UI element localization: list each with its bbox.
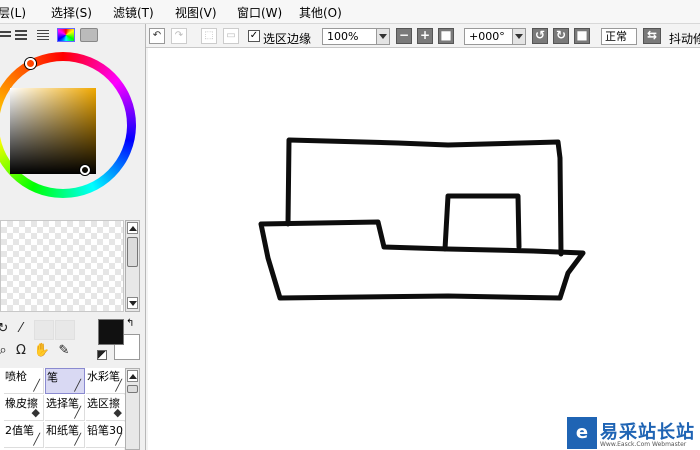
magic-wand-icon[interactable]: ⁄ xyxy=(12,320,30,338)
flip-horizontal-button[interactable]: ⇆ xyxy=(643,28,661,44)
sv-handle[interactable] xyxy=(80,165,90,175)
zoom-out-button[interactable]: − xyxy=(396,28,412,44)
blend-mode-button[interactable]: 正常 xyxy=(601,28,637,45)
brush-grid: 喷枪 ╱ 笔 ╱ 水彩笔 ╱ 橡皮擦 ◆ 选择笔 ╱ 选区擦 ◆ 2值笔 ╱ 和… xyxy=(0,368,126,450)
lasso-icon[interactable]: ↻ xyxy=(0,320,12,338)
foreground-color-swatch[interactable] xyxy=(98,319,124,345)
scroll-down-button[interactable] xyxy=(127,297,138,309)
brush-select-eraser[interactable]: 选区擦 ◆ xyxy=(86,395,126,421)
binary-pen-icon: ╱ xyxy=(33,433,40,446)
boat-hull xyxy=(258,219,586,301)
menu-select[interactable]: 选择(S) xyxy=(51,4,92,21)
watercolor-icon: ╱ xyxy=(115,379,122,392)
pencil-icon: ╱ xyxy=(115,433,122,446)
select-pen-icon: ╱ xyxy=(74,406,81,419)
brush-select-pen[interactable]: 选择笔 ╱ xyxy=(45,395,85,421)
eraser-icon: ◆ xyxy=(31,406,40,419)
menu-filter[interactable]: 滤镜(T) xyxy=(113,4,154,21)
zoom-in-button[interactable]: + xyxy=(417,28,433,44)
brush-eraser[interactable]: 橡皮擦 ◆ xyxy=(4,395,44,421)
washi-pen-icon: ╱ xyxy=(74,433,81,446)
select-edge-label: 选区边缘 xyxy=(263,32,312,46)
scroll-up-button[interactable] xyxy=(127,370,138,382)
brush-pen[interactable]: 笔 ╱ xyxy=(45,368,85,394)
hand-icon[interactable]: ✋ xyxy=(33,342,51,360)
left-panel: ↻ ⁄ ⌕ Ω ✋ ✎ ↰ 喷枪 ╱ 笔 ╱ 水彩笔 ╱ 橡皮擦 ◆ 选择笔 ╱… xyxy=(0,24,146,450)
select-edge-checkbox[interactable]: ✓ xyxy=(248,30,260,42)
drawing-canvas[interactable] xyxy=(148,48,700,450)
watermark: e 易采站长站 Www.Easck.Com Webmaster xyxy=(566,416,700,450)
swap-colors-icon[interactable]: ↰ xyxy=(126,318,134,329)
zoom-select[interactable]: 100% xyxy=(322,28,390,45)
hue-handle[interactable] xyxy=(25,58,36,69)
rotation-select[interactable]: +000° xyxy=(464,28,526,45)
pen-icon: ╱ xyxy=(74,379,81,392)
menu-layer[interactable]: 层(L) xyxy=(0,4,26,21)
zoom-reset-button[interactable]: ■ xyxy=(438,28,454,44)
rotate-reset-button[interactable]: ■ xyxy=(574,28,590,44)
menu-bar: 层(L) 选择(S) 滤镜(T) 视图(V) 窗口(W) 其他(O) xyxy=(0,0,700,24)
undo-icon[interactable]: ↶ xyxy=(149,28,165,44)
view-mode-3-icon[interactable] xyxy=(34,28,52,42)
brush-airbrush[interactable]: 喷枪 ╱ xyxy=(4,368,44,394)
color-palette-icon[interactable] xyxy=(57,28,75,42)
watermark-logo-icon: e xyxy=(567,417,597,449)
brush-binary-pen[interactable]: 2值笔 ╱ xyxy=(4,422,44,448)
deselect-icon[interactable]: ⬚ xyxy=(201,28,217,44)
swatch-icon[interactable] xyxy=(80,28,98,42)
layer-preview xyxy=(0,220,124,312)
stabilizer-label: 抖动修 xyxy=(669,32,700,46)
scroll-thumb[interactable] xyxy=(127,237,138,267)
brush-scrollbar[interactable] xyxy=(125,368,140,450)
scroll-thumb[interactable] xyxy=(127,385,138,393)
scroll-up-button[interactable] xyxy=(127,222,138,234)
brush-watercolor[interactable]: 水彩笔 ╱ xyxy=(86,368,126,394)
invert-selection-icon[interactable]: ▭ xyxy=(223,28,239,44)
view-mode-2-icon[interactable] xyxy=(12,28,30,42)
select-eraser-icon: ◆ xyxy=(113,406,122,419)
rotate-view-icon[interactable]: Ω xyxy=(12,342,30,360)
eyedropper-icon[interactable]: ✎ xyxy=(55,342,73,360)
rotate-left-button[interactable]: ↺ xyxy=(532,28,548,44)
menu-window[interactable]: 窗口(W) xyxy=(237,4,282,21)
boat-drawing xyxy=(258,137,586,301)
watermark-subtext: Www.Easck.Com Webmaster xyxy=(600,441,687,448)
empty-tool-slot xyxy=(34,320,54,340)
menu-other[interactable]: 其他(O) xyxy=(299,4,342,21)
brush-pencil30[interactable]: 铅笔30 ╱ xyxy=(86,422,126,448)
reset-colors-icon[interactable] xyxy=(97,350,107,360)
zoom-icon[interactable]: ⌕ xyxy=(0,342,12,360)
redo-icon[interactable]: ↷ xyxy=(171,28,187,44)
saturation-value-square[interactable] xyxy=(10,88,96,174)
brush-washi-pen[interactable]: 和纸笔 ╱ xyxy=(45,422,85,448)
rotate-right-button[interactable]: ↻ xyxy=(553,28,569,44)
layer-scrollbar[interactable] xyxy=(125,220,140,312)
canvas-toolbar: ↶ ↷ ⬚ ▭ ✓ 选区边缘 100% − + ■ +000° ↺ ↻ ■ 正常… xyxy=(146,24,700,48)
empty-tool-slot xyxy=(55,320,75,340)
cabin-window xyxy=(442,193,522,252)
menu-view[interactable]: 视图(V) xyxy=(175,4,217,21)
airbrush-icon: ╱ xyxy=(33,379,40,392)
